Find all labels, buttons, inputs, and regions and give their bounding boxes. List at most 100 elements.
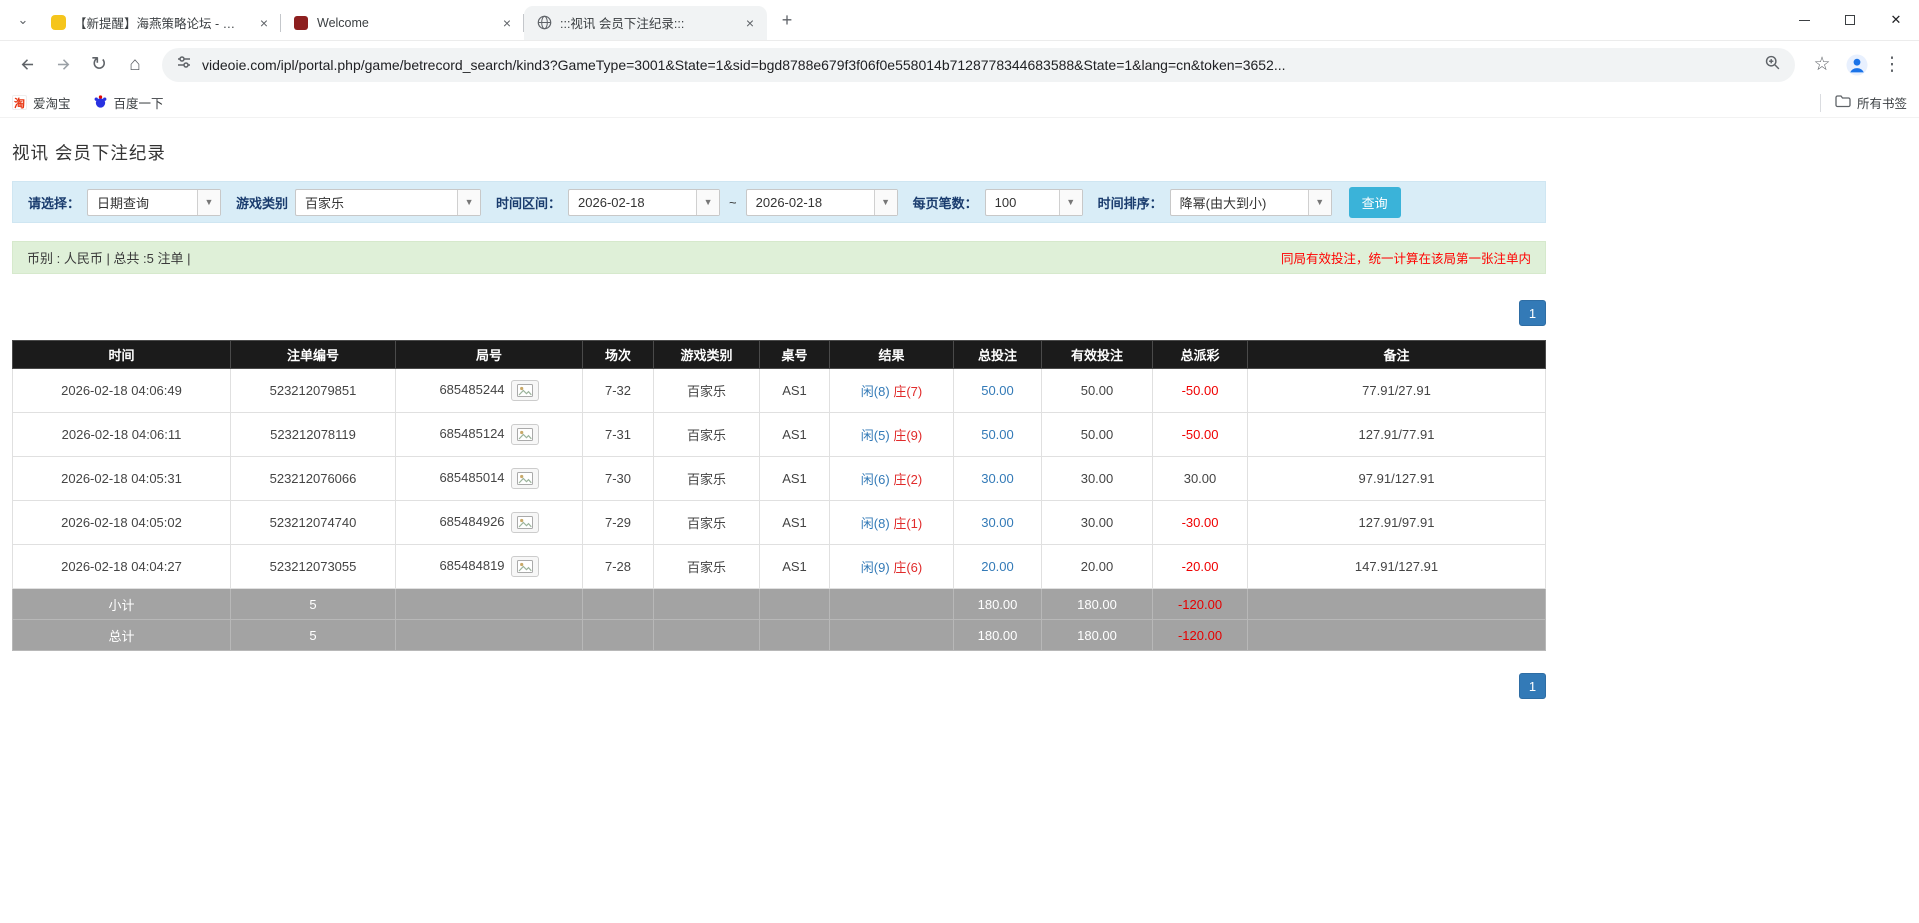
table-row: 2026-02-18 04:05:02523212074740685484926…: [13, 501, 1546, 545]
tab-bet-records-active[interactable]: :::视讯 会员下注纪录::: ×: [524, 6, 767, 40]
profile-avatar[interactable]: [1841, 49, 1873, 81]
table-row: 2026-02-18 04:06:11523212078119685485124…: [13, 413, 1546, 457]
table-body: 2026-02-18 04:06:49523212079851685485244…: [13, 369, 1546, 589]
result-player: 闲(8): [861, 384, 890, 399]
subtotal-valid-bet: 180.00: [1042, 589, 1153, 620]
zoom-icon[interactable]: [1764, 54, 1781, 76]
cell-payout: -20.00: [1153, 545, 1248, 589]
cell-total-bet[interactable]: 20.00: [954, 545, 1042, 589]
round-result-icon[interactable]: [511, 468, 539, 489]
cell-total-bet[interactable]: 50.00: [954, 413, 1042, 457]
cell-payout: -50.00: [1153, 369, 1248, 413]
result-banker: 庄(6): [893, 560, 922, 575]
cell-bet-id: 523212076066: [231, 457, 396, 501]
query-type-select[interactable]: 日期查询 ▼: [87, 189, 221, 216]
minimize-button[interactable]: [1781, 0, 1827, 41]
chevron-down-icon[interactable]: ▼: [197, 190, 220, 215]
home-icon[interactable]: ⌂: [118, 48, 152, 82]
page-button-1[interactable]: 1: [1519, 673, 1546, 699]
bookmark-label: 百度一下: [114, 93, 164, 112]
cell-bet-id: 523212079851: [231, 369, 396, 413]
round-result-icon[interactable]: [511, 424, 539, 445]
cell-payout: -50.00: [1153, 413, 1248, 457]
cell-total-bet[interactable]: 50.00: [954, 369, 1042, 413]
col-round: 局号: [396, 341, 583, 369]
col-session: 场次: [583, 341, 654, 369]
page-button-1[interactable]: 1: [1519, 300, 1546, 326]
bookmark-taobao[interactable]: 淘 爱淘宝: [12, 93, 71, 112]
url-text[interactable]: videoie.com/ipl/portal.php/game/betrecor…: [202, 57, 1754, 73]
pagination-top: 1: [12, 300, 1546, 326]
game-type-select[interactable]: 百家乐 ▼: [295, 189, 481, 216]
tab-title: 【新提醒】海燕策略论坛 - 综合: [74, 13, 247, 32]
subtotal-row: 小计 5 180.00 180.00 -120.00: [13, 589, 1546, 620]
cell-table: AS1: [760, 501, 830, 545]
cell-total-bet[interactable]: 30.00: [954, 501, 1042, 545]
bookmark-star-icon[interactable]: ☆: [1805, 48, 1839, 82]
cell-game-type: 百家乐: [654, 501, 760, 545]
cell-time: 2026-02-18 04:05:02: [13, 501, 231, 545]
round-result-icon[interactable]: [511, 512, 539, 533]
cell-note: 147.91/127.91: [1248, 545, 1546, 589]
result-player: 闲(6): [861, 472, 890, 487]
chevron-down-icon[interactable]: ▼: [457, 190, 480, 215]
round-number: 685485124: [439, 426, 504, 441]
result-banker: 庄(7): [893, 384, 922, 399]
pagination-bottom: 1: [12, 673, 1546, 699]
date-from-select[interactable]: 2026-02-18 ▼: [568, 189, 720, 216]
sort-select[interactable]: 降幂(由大到小) ▼: [1170, 189, 1332, 216]
range-separator: ~: [727, 195, 739, 210]
cell-valid-bet: 30.00: [1042, 457, 1153, 501]
cell-session: 7-28: [583, 545, 654, 589]
all-bookmarks[interactable]: 所有书签: [1835, 93, 1907, 112]
tab-title: :::视讯 会员下注纪录:::: [560, 13, 733, 32]
date-to-select[interactable]: 2026-02-18 ▼: [746, 189, 898, 216]
cell-payout: -30.00: [1153, 501, 1248, 545]
menu-dots-icon[interactable]: ⋮: [1875, 48, 1909, 82]
tab-search-chevron-icon[interactable]: ⌄: [8, 5, 38, 35]
reload-icon[interactable]: ↻: [82, 48, 116, 82]
result-banker: 庄(9): [893, 428, 922, 443]
cell-total-bet[interactable]: 30.00: [954, 457, 1042, 501]
address-bar[interactable]: videoie.com/ipl/portal.php/game/betrecor…: [162, 48, 1795, 82]
tab-forum[interactable]: 【新提醒】海燕策略论坛 - 综合 ×: [38, 6, 281, 40]
query-button[interactable]: 查询: [1349, 187, 1401, 218]
cell-round: 685484819: [396, 545, 583, 589]
cell-result: 闲(8) 庄(7): [830, 369, 954, 413]
tab-close-icon[interactable]: ×: [255, 14, 273, 32]
chevron-down-icon[interactable]: ▼: [1059, 190, 1082, 215]
round-result-icon[interactable]: [511, 380, 539, 401]
cell-note: 127.91/77.91: [1248, 413, 1546, 457]
bookmark-baidu[interactable]: 百度一下: [93, 93, 164, 112]
tab-title: Welcome: [317, 16, 490, 30]
cell-payout: 30.00: [1153, 457, 1248, 501]
site-info-icon[interactable]: [176, 54, 192, 75]
maximize-button[interactable]: [1827, 0, 1873, 41]
page-title: 视讯 会员下注纪录: [12, 140, 1907, 165]
tab-close-icon[interactable]: ×: [741, 14, 759, 32]
cell-game-type: 百家乐: [654, 457, 760, 501]
tab-close-icon[interactable]: ×: [498, 14, 516, 32]
bookmarks-divider: [1820, 94, 1821, 112]
per-page-select[interactable]: 100 ▼: [985, 189, 1083, 216]
new-tab-button[interactable]: +: [773, 6, 801, 34]
round-result-icon[interactable]: [511, 556, 539, 577]
chevron-down-icon[interactable]: ▼: [696, 190, 719, 215]
time-range-label: 时间区间：: [496, 193, 561, 212]
table-header-row: 时间 注单编号 局号 场次 游戏类别 桌号 结果 总投注 有效投注 总派彩 备注: [13, 341, 1546, 369]
tab-welcome[interactable]: Welcome ×: [281, 6, 524, 40]
back-icon[interactable]: [10, 48, 44, 82]
folder-icon: [1835, 94, 1851, 111]
chevron-down-icon[interactable]: ▼: [1308, 190, 1331, 215]
close-button[interactable]: ✕: [1873, 0, 1919, 41]
cell-round: 685485124: [396, 413, 583, 457]
round-number: 685484819: [439, 558, 504, 573]
col-table: 桌号: [760, 341, 830, 369]
chevron-down-icon[interactable]: ▼: [874, 190, 897, 215]
cell-result: 闲(9) 庄(6): [830, 545, 954, 589]
table-row: 2026-02-18 04:05:31523212076066685485014…: [13, 457, 1546, 501]
forward-icon[interactable]: [46, 48, 80, 82]
cell-valid-bet: 50.00: [1042, 369, 1153, 413]
col-bet-id: 注单编号: [231, 341, 396, 369]
empty-cell: [760, 620, 830, 651]
